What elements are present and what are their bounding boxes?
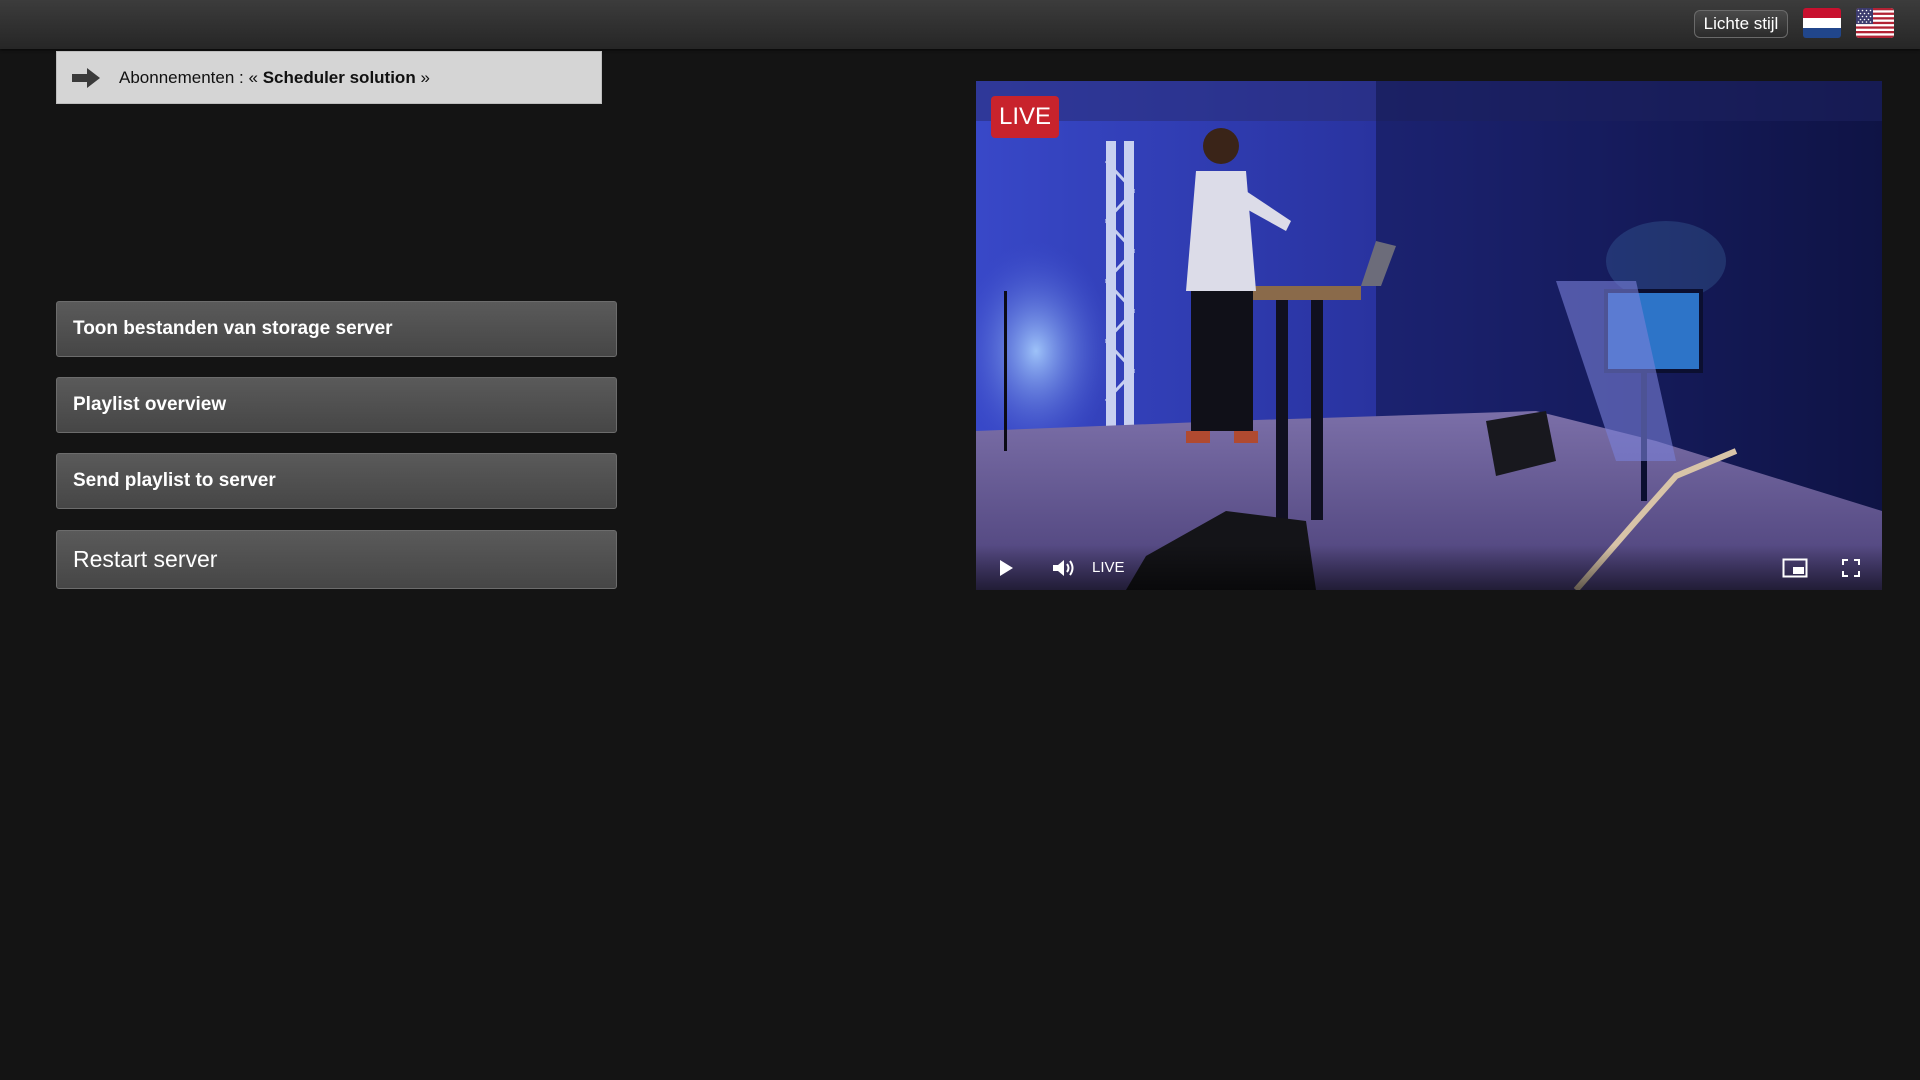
send-playlist-button[interactable]: Send playlist to server: [56, 453, 617, 509]
us-flag-icon[interactable]: [1856, 8, 1894, 38]
restart-server-button[interactable]: Restart server: [56, 530, 617, 589]
video-frame: [976, 81, 1882, 590]
light-style-button[interactable]: Lichte stijl: [1694, 10, 1788, 38]
show-storage-files-button[interactable]: Toon bestanden van storage server: [56, 301, 617, 357]
button-label: Send playlist to server: [73, 470, 276, 491]
breadcrumb-suffix: »: [420, 67, 430, 87]
playlist-overview-button[interactable]: Playlist overview: [56, 377, 617, 433]
nl-flag-icon[interactable]: [1803, 8, 1841, 38]
subscription-name[interactable]: Scheduler solution: [263, 68, 416, 87]
live-badge: LIVE: [991, 96, 1060, 138]
breadcrumb-prefix: Abonnementen : «: [119, 67, 258, 87]
volume-icon[interactable]: [1052, 545, 1076, 590]
video-player[interactable]: LIVE LIVE: [976, 81, 1882, 590]
play-icon[interactable]: [998, 545, 1014, 590]
breadcrumb-text: Abonnementen : « Scheduler solution »: [119, 68, 430, 88]
player-controls: LIVE: [976, 545, 1882, 590]
fullscreen-icon[interactable]: [1842, 545, 1860, 590]
button-label: Playlist overview: [73, 394, 227, 415]
button-label: Restart server: [73, 546, 218, 572]
top-bar: Lichte stijl: [0, 0, 1920, 49]
picture-in-picture-icon[interactable]: [1782, 545, 1808, 590]
breadcrumb: Abonnementen : « Scheduler solution »: [56, 51, 602, 104]
arrow-right-icon: [71, 66, 103, 90]
live-label: LIVE: [1092, 559, 1125, 576]
button-label: Toon bestanden van storage server: [73, 318, 393, 339]
